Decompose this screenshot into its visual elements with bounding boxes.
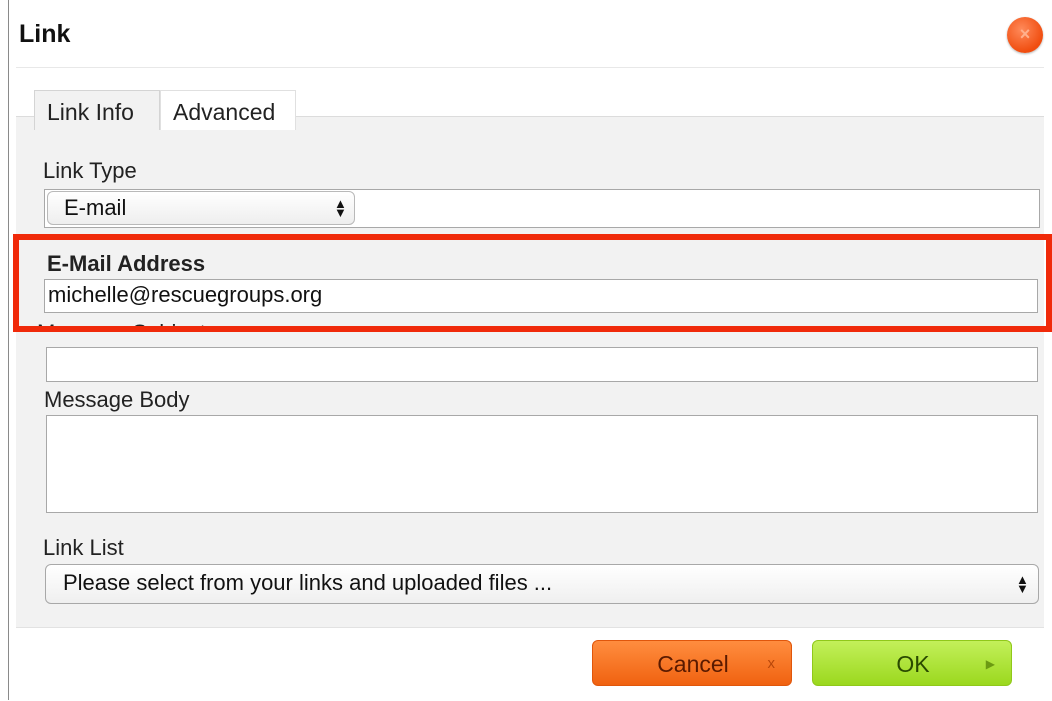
link-list-value: Please select from your links and upload…: [63, 570, 553, 595]
message-subject-input[interactable]: [46, 347, 1038, 382]
close-button[interactable]: ×: [1007, 17, 1043, 53]
email-highlight-box: [13, 234, 1052, 332]
title-separator: [16, 67, 1044, 68]
close-icon: ×: [1019, 24, 1031, 44]
tab-advanced[interactable]: Advanced: [160, 90, 296, 130]
link-type-value: E-mail: [64, 195, 127, 220]
link-list-label: Link List: [43, 535, 124, 560]
select-arrows-icon: ▲ ▼: [334, 196, 347, 220]
link-list-select[interactable]: Please select from your links and upload…: [45, 564, 1039, 604]
link-type-row: E-mail ▲ ▼: [44, 189, 1040, 228]
ok-button[interactable]: OK ▶: [812, 640, 1012, 686]
message-body-textarea[interactable]: [46, 415, 1038, 513]
dialog-title: Link: [19, 20, 71, 48]
cancel-x-icon: x: [767, 655, 776, 672]
ok-label: OK: [896, 651, 930, 677]
ok-arrow-icon: ▶: [985, 657, 995, 671]
link-list-arrows-icon: ▲ ▼: [1016, 572, 1029, 596]
message-body-label: Message Body: [44, 387, 190, 412]
cancel-label: Cancel: [657, 651, 729, 677]
link-type-select[interactable]: E-mail ▲ ▼: [47, 191, 355, 225]
tab-link-info[interactable]: Link Info: [34, 90, 160, 130]
cancel-button[interactable]: Cancel x: [592, 640, 792, 686]
link-type-label: Link Type: [43, 158, 137, 183]
